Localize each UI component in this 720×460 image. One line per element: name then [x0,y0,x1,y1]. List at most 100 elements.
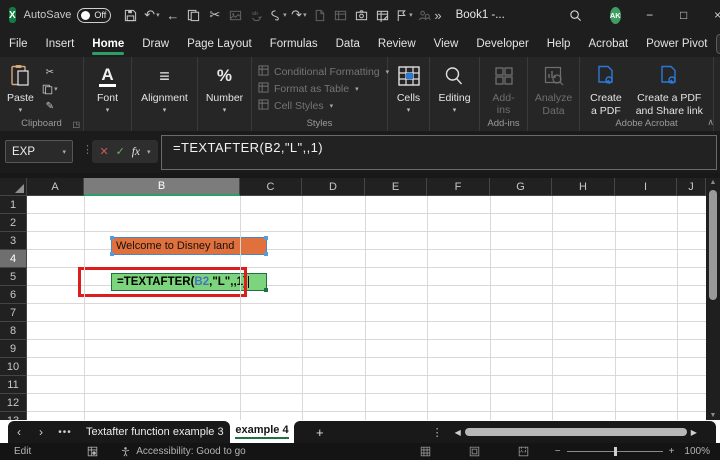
formula-input[interactable]: =TEXTAFTER(B2,"L",,1) [161,135,717,170]
picture-icon[interactable] [226,5,245,25]
page-layout-view-icon[interactable] [469,446,480,457]
analyze-data-button[interactable]: Analyze Data [528,63,579,118]
table-edit-icon[interactable] [373,5,392,25]
scroll-right-icon[interactable]: ▶ [691,428,697,437]
ribbon-tab-formulas[interactable]: Formulas [261,30,327,57]
insert-function-icon[interactable]: fx [132,146,140,158]
number-button[interactable]: % Number ▾ [199,63,250,114]
row-header-10[interactable]: 10 [0,358,27,376]
camera-icon[interactable] [352,5,371,25]
name-box[interactable]: EXP ▾ [5,140,73,163]
ribbon-tab-review[interactable]: Review [369,30,425,57]
column-header-j[interactable]: J [677,178,706,196]
row-header-12[interactable]: 12 [0,394,27,412]
autosave-control[interactable]: AutoSave Off [24,8,112,23]
horizontal-scroll-thumb[interactable] [465,428,687,436]
sheet-list-icon[interactable]: ••• [52,427,78,438]
redo-icon[interactable]: ↷▾ [289,5,308,25]
copy-button[interactable]: ▾ [41,82,59,96]
column-header-i[interactable]: I [615,178,677,196]
row-header-5[interactable]: 5 [0,268,27,286]
vertical-scroll-thumb[interactable] [709,190,717,300]
column-header-c[interactable]: C [240,178,302,196]
editing-button[interactable]: Editing ▾ [431,63,477,114]
ribbon-tab-file[interactable]: File [0,30,37,57]
ribbon-tab-draw[interactable]: Draw [133,30,178,57]
ribbon-tab-view[interactable]: View [425,30,468,57]
mode-indicator[interactable]: Edit [14,446,31,457]
autosave-toggle[interactable]: Off [77,8,111,23]
ribbon-tab-page-layout[interactable]: Page Layout [178,30,261,57]
column-header-g[interactable]: G [490,178,552,196]
close-button[interactable]: × [701,0,720,30]
column-header-f[interactable]: F [427,178,490,196]
minimize-button[interactable]: − [633,0,667,30]
horizontal-scrollbar[interactable]: ◀ ▶ [455,428,697,437]
row-header-7[interactable]: 7 [0,304,27,322]
row-header-4[interactable]: 4 [0,250,27,268]
search-icon[interactable] [569,5,582,25]
toolbar-overflow-icon[interactable]: » [434,5,441,25]
alignment-button[interactable]: ≡ Alignment ▾ [134,63,195,114]
ribbon-tab-developer[interactable]: Developer [467,30,537,57]
ribbon-tab-home[interactable]: Home [83,30,133,57]
collapse-ribbon-icon[interactable]: ∧ [707,117,714,128]
sheet-tab-active[interactable]: example 4 [230,420,294,443]
ribbon-tab-insert[interactable]: Insert [37,30,84,57]
replace-icon[interactable]: ab [247,5,266,25]
accessibility-status[interactable]: Accessibility: Good to go [136,446,246,457]
row-header-6[interactable]: 6 [0,286,27,304]
cell-area[interactable]: Welcome to Disney land =TEXTAFTER(B2,"L"… [27,196,706,420]
row-header-13[interactable]: 13 [0,412,27,420]
paste-button[interactable]: Paste ▾ [0,63,41,114]
scroll-down-icon[interactable]: ▼ [706,412,720,419]
ribbon-tab-power-pivot[interactable]: Power Pivot [637,30,716,57]
row-header-1[interactable]: 1 [0,196,27,214]
scroll-up-icon[interactable]: ▲ [706,179,720,186]
row-header-3[interactable]: 3 [0,232,27,250]
scroll-left-icon[interactable]: ◀ [455,428,461,437]
ribbon-tab-help[interactable]: Help [538,30,580,57]
tab-bar-menu-icon[interactable]: ⋮ [432,426,443,439]
font-button[interactable]: A Font ▾ [90,63,125,114]
cell-b2[interactable]: Welcome to Disney land [111,237,267,255]
zoom-slider-thumb[interactable] [614,447,617,456]
select-all-button[interactable] [0,178,27,196]
column-header-d[interactable]: D [302,178,365,196]
column-header-a[interactable]: A [27,178,84,196]
undo-icon[interactable]: ↶▾ [142,5,161,25]
next-sheet-icon[interactable]: › [30,425,52,439]
format-painter-button[interactable]: ✎ [41,99,59,113]
new-sheet-button[interactable]: + [316,425,324,440]
lasso-select-icon[interactable]: ▾ [268,5,287,25]
flag-icon[interactable]: ▾ [394,5,413,25]
normal-view-icon[interactable] [420,446,431,457]
row-header-2[interactable]: 2 [0,214,27,232]
enter-icon[interactable]: ✓ [116,145,125,158]
sheet-tab-inactive[interactable]: Textafter function example 3 [78,426,224,438]
create-pdf-button[interactable]: Create a PDF [583,63,629,118]
addins-button[interactable]: Add-ins [480,63,527,116]
cell-styles-button[interactable]: Cell Styles▾ [258,98,389,113]
cancel-icon[interactable]: ✕ [99,145,108,158]
pin-table-icon[interactable] [331,5,350,25]
format-as-table-button[interactable]: Format as Table▾ [258,81,389,96]
cut-button[interactable]: ✂ [41,65,59,79]
zoom-out-icon[interactable]: − [555,446,561,457]
people-search-icon[interactable] [415,5,434,25]
row-header-9[interactable]: 9 [0,340,27,358]
ribbon-tab-data[interactable]: Data [327,30,369,57]
maximize-button[interactable]: □ [667,0,701,30]
create-pdf-share-button[interactable]: Create a PDF and Share link [629,63,710,118]
vertical-scrollbar[interactable]: ▲ ▼ [706,178,720,420]
column-header-h[interactable]: H [552,178,615,196]
save-icon[interactable] [121,5,140,25]
cells-button[interactable]: Cells ▾ [390,63,427,114]
zoom-level[interactable]: 100% [684,446,710,457]
new-file-icon[interactable] [310,5,329,25]
comments-button[interactable]: Comments [716,34,720,54]
ribbon-tab-acrobat[interactable]: Acrobat [579,30,637,57]
page-break-view-icon[interactable] [518,446,529,457]
cut-icon[interactable]: ✂ [205,5,224,25]
zoom-slider[interactable] [567,451,663,452]
